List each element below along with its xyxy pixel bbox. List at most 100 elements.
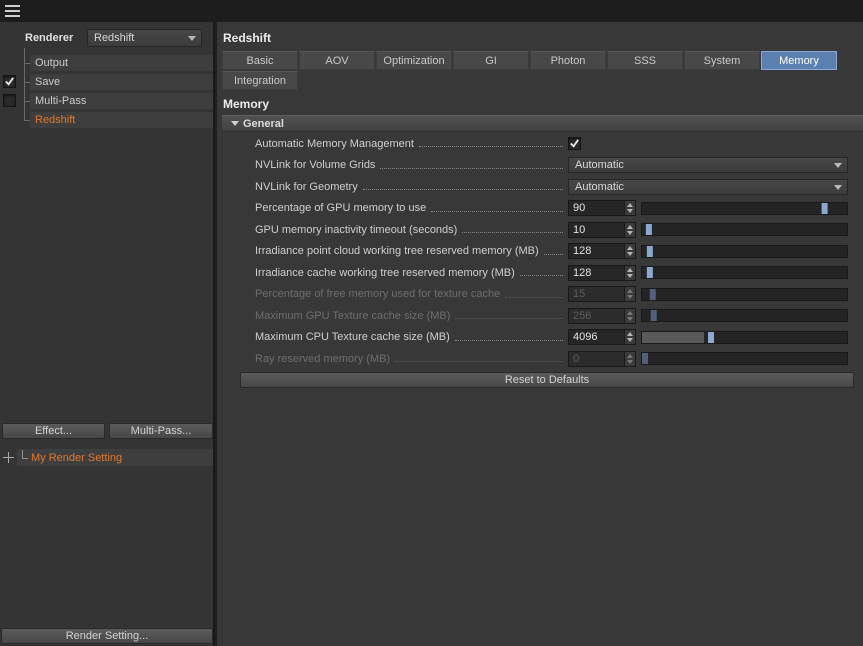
setting-row: Ray reserved memory (MB) 0 [217,348,863,370]
hamburger-menu-icon[interactable] [5,5,20,7]
setting-label: Automatic Memory Management [255,138,414,150]
slider-handle[interactable] [647,267,653,278]
slider-track[interactable] [641,266,848,279]
chevron-down-icon [834,163,842,168]
setting-label: NVLink for Volume Grids [255,159,375,171]
setting-dropdown[interactable]: Automatic [568,179,848,195]
slider-handle[interactable] [647,246,653,257]
sidebar: Renderer Redshift OutputSaveMulti-PassRe… [0,22,215,646]
dotted-leader [455,340,563,341]
tab-row-2: Integration [222,71,298,90]
spinner-arrows[interactable] [624,330,635,344]
slider-track[interactable] [641,309,848,322]
tree-checkbox[interactable] [3,75,16,88]
slider-handle[interactable] [708,332,714,343]
slider-handle[interactable] [642,353,648,364]
sidebar-item-redshift[interactable]: Redshift [30,112,213,128]
sidebar-item-save[interactable]: Save [30,74,213,90]
tree-branch-line [22,450,28,459]
effect-button[interactable]: Effect... [2,423,105,439]
spinner-arrows[interactable] [624,309,635,323]
slider-track[interactable] [641,331,848,344]
tab-system[interactable]: System [684,51,760,70]
tab-row-1: BasicAOVOptimizationGIPhotonSSSSystemMem… [222,51,837,70]
setting-row: Percentage of free memory used for textu… [217,284,863,306]
render-settings-tree: Output Save Multi-Pass Redshift [0,22,213,222]
setting-row: Maximum GPU Texture cache size (MB)256 [217,305,863,327]
dotted-leader [455,318,563,319]
spinner-arrows[interactable] [624,223,635,237]
slider-track[interactable] [641,245,848,258]
number-input[interactable]: 0 [568,351,636,367]
tab-aov[interactable]: AOV [299,51,375,70]
slider-track[interactable] [641,288,848,301]
dotted-leader [380,168,563,169]
dotted-leader [462,232,563,233]
slider-handle[interactable] [650,289,656,300]
setting-row: GPU memory inactivity timeout (seconds)1… [217,219,863,241]
settings-list: Automatic Memory Management NVLink for Vo… [217,133,863,370]
tree-checkbox[interactable] [3,94,16,107]
render-settings-window: { "sidebar": { "renderer_label": "Render… [0,0,863,646]
number-value: 15 [569,287,624,301]
spinner-arrows[interactable] [624,352,635,366]
multi-pass-button[interactable]: Multi-Pass... [109,423,213,439]
tab-memory[interactable]: Memory [761,51,837,70]
number-input[interactable]: 128 [568,265,636,281]
setting-label: Percentage of GPU memory to use [255,202,426,214]
slider-track[interactable] [641,202,848,215]
sidebar-item-output[interactable]: Output [30,55,213,71]
setting-checkbox[interactable] [568,137,581,150]
setting-label: Irradiance point cloud working tree rese… [255,245,539,257]
render-setting-item[interactable]: My Render Setting [17,449,213,466]
spinner-arrows[interactable] [624,201,635,215]
number-input[interactable]: 15 [568,286,636,302]
setting-row: NVLink for Volume Grids Automatic [217,155,863,177]
number-input[interactable]: 256 [568,308,636,324]
sidebar-item-multi-pass[interactable]: Multi-Pass [30,93,213,109]
setting-row: NVLink for GeometryAutomatic [217,176,863,198]
number-value: 128 [569,244,624,258]
number-input[interactable]: 128 [568,243,636,259]
number-input[interactable]: 4096 [568,329,636,345]
active-setting-crosshair-icon[interactable] [3,452,14,463]
setting-label: Ray reserved memory (MB) [255,353,390,365]
dotted-leader [544,254,563,255]
setting-dropdown[interactable]: Automatic [568,157,848,173]
sidebar-item-label: Redshift [35,114,75,126]
number-value: 0 [569,352,624,366]
dropdown-value: Automatic [575,181,624,193]
setting-row: Percentage of GPU memory to use 90 [217,198,863,220]
chevron-down-icon [834,185,842,190]
setting-label: Percentage of free memory used for textu… [255,288,500,300]
slider-fill [642,332,704,343]
number-input[interactable]: 90 [568,200,636,216]
slider-handle[interactable] [821,203,827,214]
number-value: 128 [569,266,624,280]
number-input[interactable]: 10 [568,222,636,238]
tree-connector-line [24,48,25,120]
active-render-setting-row: My Render Setting [0,449,215,466]
spinner-arrows[interactable] [624,287,635,301]
slider-handle[interactable] [651,310,657,321]
slider-track[interactable] [641,223,848,236]
render-setting-button[interactable]: Render Setting... [1,628,213,644]
check-icon [569,138,580,149]
general-group-header[interactable]: General [222,115,863,132]
tab-basic[interactable]: Basic [222,51,298,70]
slider-handle[interactable] [646,224,652,235]
reset-to-defaults-button[interactable]: Reset to Defaults [240,372,854,388]
tab-optimization[interactable]: Optimization [376,51,452,70]
setting-row: Automatic Memory Management [217,133,863,155]
setting-row: Irradiance cache working tree reserved m… [217,262,863,284]
spinner-arrows[interactable] [624,244,635,258]
setting-label: Irradiance cache working tree reserved m… [255,267,515,279]
spinner-arrows[interactable] [624,266,635,280]
tab-gi[interactable]: GI [453,51,529,70]
collapse-triangle-icon [231,121,239,126]
tab-integration[interactable]: Integration [222,71,298,90]
tab-photon[interactable]: Photon [530,51,606,70]
slider-track[interactable] [641,352,848,365]
number-value: 256 [569,309,624,323]
tab-sss[interactable]: SSS [607,51,683,70]
